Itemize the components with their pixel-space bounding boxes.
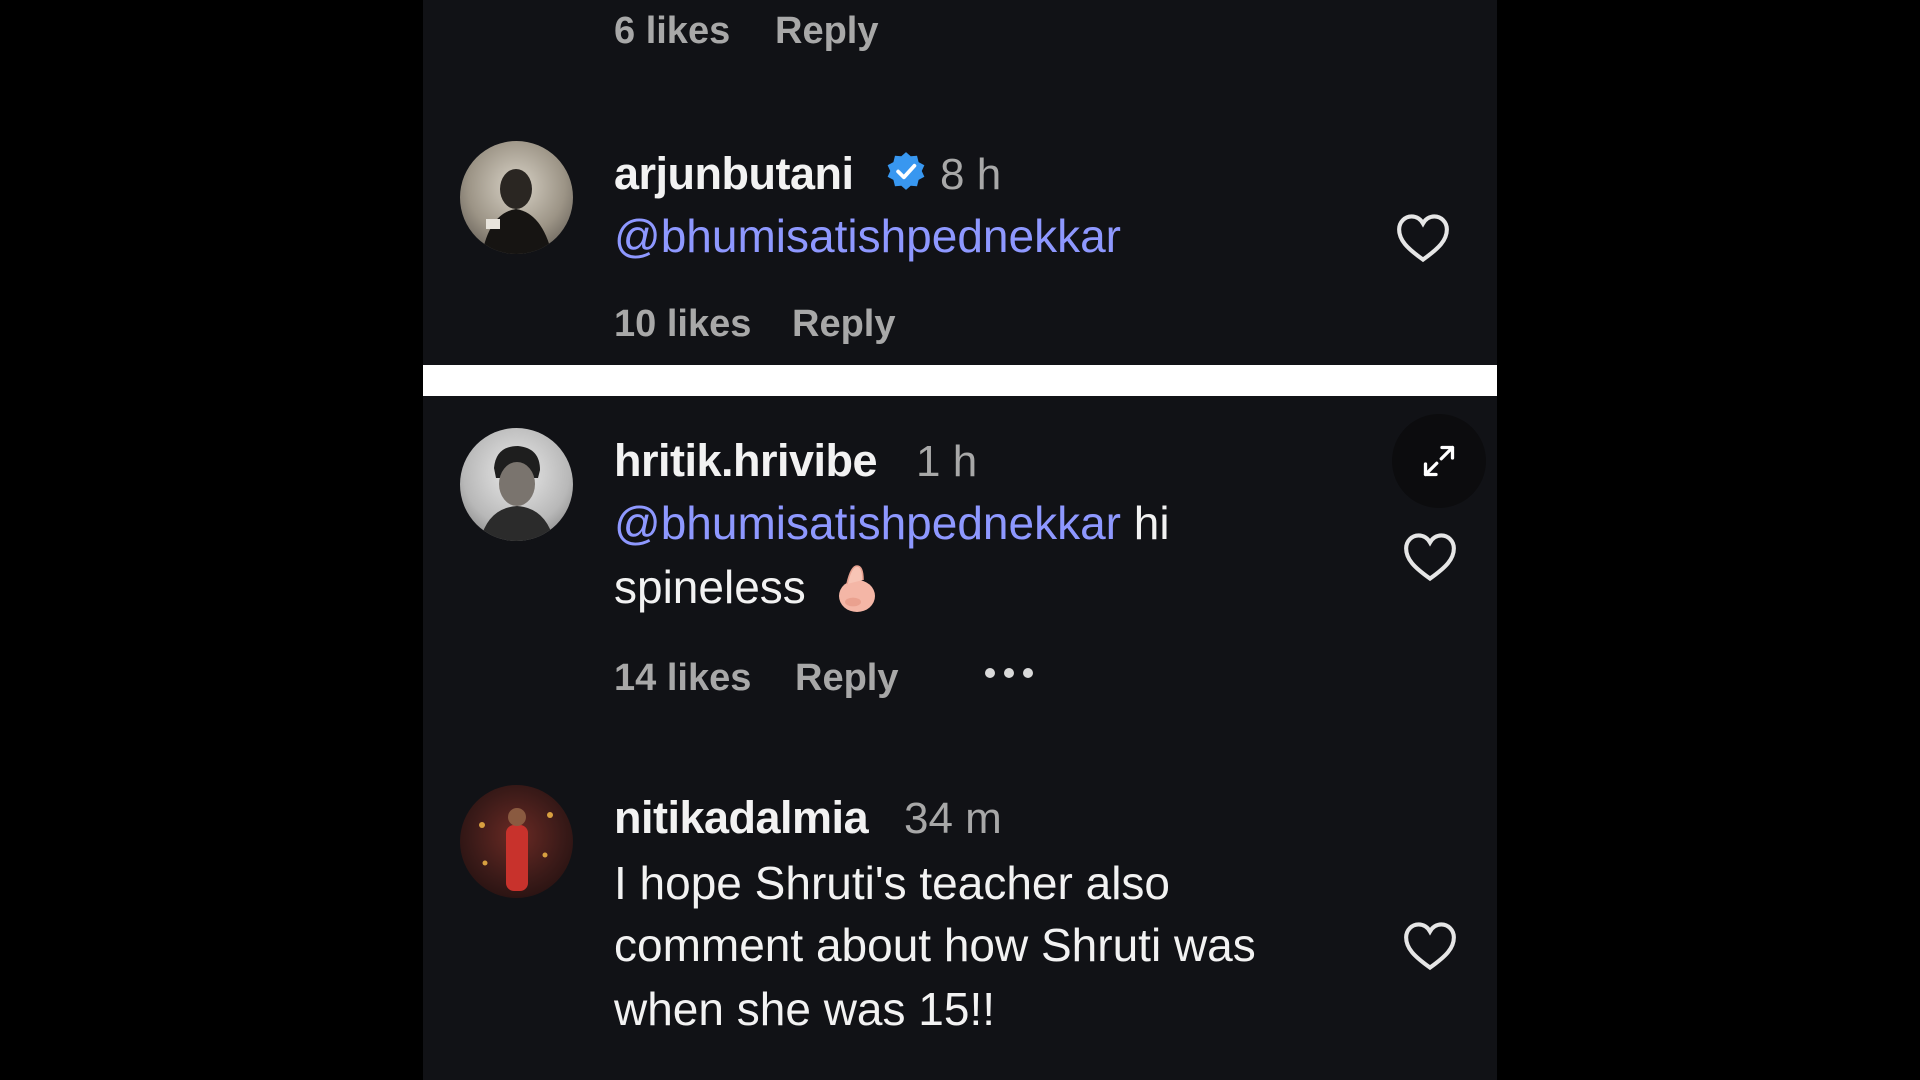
heart-icon[interactable] (1395, 213, 1451, 263)
comment-username[interactable]: hritik.hrivibe (614, 435, 878, 487)
comment-time: 1 h (916, 437, 978, 486)
comment-username[interactable]: nitikadalmia (614, 792, 869, 844)
mention-link[interactable]: @bhumisatishpednekkar (614, 497, 1121, 549)
likes-count[interactable]: 10 likes (614, 303, 751, 346)
likes-count[interactable]: 6 likes (614, 10, 730, 53)
avatar[interactable] (460, 785, 573, 898)
comment-text-line: comment about how Shruti was (614, 919, 1256, 971)
expand-icon (1423, 445, 1455, 477)
likes-count[interactable]: 14 likes (614, 657, 751, 700)
reply-button[interactable]: Reply (795, 657, 898, 700)
avatar[interactable] (460, 141, 573, 254)
heart-icon[interactable] (1402, 532, 1458, 582)
pinching-hand-emoji (839, 565, 875, 612)
avatar-image (482, 169, 552, 254)
more-options-icon[interactable] (985, 668, 1033, 678)
comment-text: spineless (614, 561, 806, 613)
expand-button[interactable] (1392, 414, 1486, 508)
avatar-image (479, 808, 553, 891)
avatar-image (480, 446, 554, 541)
comment-text-line: @bhumisatishpednekkar hi (614, 496, 1170, 550)
verified-badge-icon (887, 152, 925, 190)
reply-button[interactable]: Reply (792, 303, 895, 346)
heart-icon[interactable] (1402, 921, 1458, 971)
avatar[interactable] (460, 428, 573, 541)
comment-text: hi (1120, 497, 1170, 549)
comment-username[interactable]: arjunbutani (614, 148, 854, 200)
comment-text-line: when she was 15!! (614, 983, 996, 1035)
comment-time: 8 h (940, 150, 1002, 199)
comment-time: 34 m (904, 794, 1002, 843)
reply-button[interactable]: Reply (775, 10, 878, 53)
divider-bar (423, 365, 1497, 396)
comment-text-line: I hope Shruti's teacher also (614, 857, 1170, 909)
mention-link[interactable]: @bhumisatishpednekkar (614, 209, 1121, 263)
